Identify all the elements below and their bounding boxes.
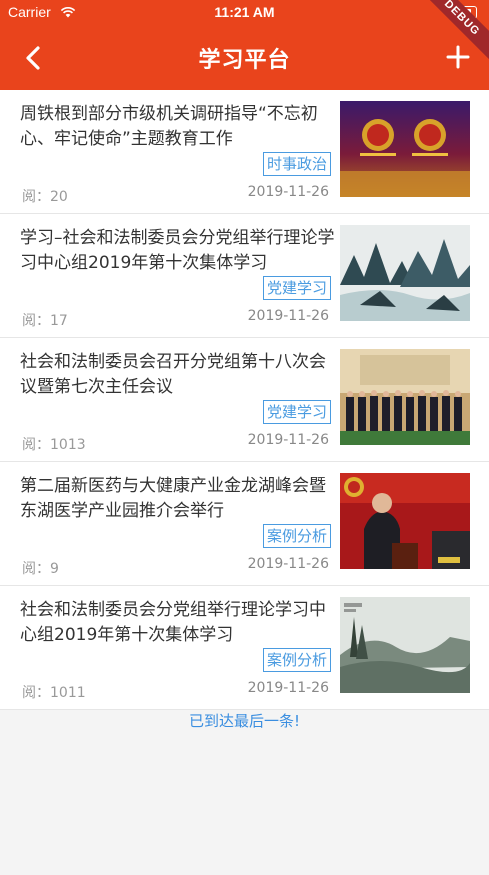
list-item[interactable]: 第二届新医药与大健康产业金龙湖峰会暨东湖医学产业园推介会举行 案例分析 阅：9 … (0, 462, 489, 586)
list-item[interactable]: 社会和法制委员会分党组举行理论学习中心组2019年第十次集体学习 案例分析 阅：… (0, 586, 489, 710)
article-date: 2019-11-26 (247, 432, 329, 448)
read-count: 阅：20 (22, 189, 68, 205)
article-date: 2019-11-26 (247, 308, 329, 324)
list-item[interactable]: 学习–社会和法制委员会分党组举行理论学习中心组2019年第十次集体学习 党建学习… (0, 214, 489, 338)
read-count: 阅：9 (22, 561, 59, 577)
article-date: 2019-11-26 (247, 680, 329, 696)
category-tag: 案例分析 (262, 648, 331, 672)
read-count: 阅：17 (22, 313, 68, 329)
plus-icon (446, 45, 470, 69)
article-thumbnail (340, 349, 470, 445)
article-list: 周铁根到部分市级机关调研指导“不忘初心、牢记使命”主题教育工作 时事政治 阅：2… (0, 90, 489, 710)
list-item[interactable]: 周铁根到部分市级机关调研指导“不忘初心、牢记使命”主题教育工作 时事政治 阅：2… (0, 90, 489, 214)
navbar: 学习平台 (0, 26, 489, 90)
page-title: 学习平台 (198, 48, 291, 73)
category-tag: 案例分析 (262, 524, 331, 548)
article-thumbnail (340, 101, 470, 197)
read-count: 阅：1013 (22, 437, 86, 453)
add-button[interactable] (441, 40, 475, 74)
list-item[interactable]: 社会和法制委员会召开分党组第十八次会议暨第七次主任会议 党建学习 阅：1013 … (0, 338, 489, 462)
category-tag: 时事政治 (262, 152, 331, 176)
article-thumbnail (340, 597, 470, 693)
status-time: 11:21 AM (214, 4, 275, 20)
article-title: 第二届新医药与大健康产业金龙湖峰会暨东湖医学产业园推介会举行 (20, 476, 326, 521)
article-date: 2019-11-26 (247, 184, 329, 200)
article-title: 社会和法制委员会分党组举行理论学习中心组2019年第十次集体学习 (20, 600, 326, 645)
article-thumbnail (340, 225, 470, 321)
article-title: 社会和法制委员会召开分党组第十八次会议暨第七次主任会议 (20, 352, 326, 397)
article-title: 学习–社会和法制委员会分党组举行理论学习中心组2019年第十次集体学习 (20, 228, 335, 273)
status-bar: Carrier 11:21 AM (0, 0, 489, 26)
article-title: 周铁根到部分市级机关调研指导“不忘初心、牢记使命”主题教育工作 (20, 104, 318, 149)
category-tag: 党建学习 (262, 400, 331, 424)
list-end-text: 已到达最后一条! (188, 712, 300, 730)
category-tag: 党建学习 (262, 276, 331, 300)
article-thumbnail (340, 473, 470, 569)
read-count: 阅：1011 (22, 685, 86, 701)
article-date: 2019-11-26 (247, 556, 329, 572)
